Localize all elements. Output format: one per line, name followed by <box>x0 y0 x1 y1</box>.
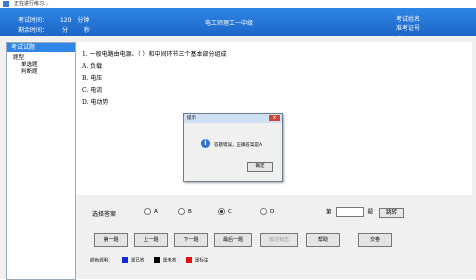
last-question-button[interactable]: 最后一题 <box>214 233 252 247</box>
legend-unanswered: 是未答 <box>162 258 177 264</box>
choice-c-label: C <box>228 209 232 215</box>
sidebar-header: 考试试题 <box>7 43 75 52</box>
legend-marked-swatch <box>185 257 192 263</box>
option-a: A. 负载 <box>82 63 103 70</box>
candidate-name-label: 考试姓名 <box>396 16 421 23</box>
question-stem: 1. 一般电路由电源、（ ）和中间环节三个基本部分组成 <box>82 51 227 58</box>
first-question-button[interactable]: 第一题 <box>94 233 128 247</box>
exam-time-row: 考试时间： 120 分钟 <box>18 15 89 24</box>
exam-title: 电工师理工一中级 <box>205 20 254 27</box>
legend-label: 颜色说明： <box>90 258 113 264</box>
legend-marked: 是标注 <box>194 258 209 264</box>
option-d: D. 电动势 <box>82 99 109 106</box>
window-title: 正在进行练习... <box>14 1 49 7</box>
app-icon <box>3 1 9 7</box>
exam-time-value: 120 <box>59 17 72 24</box>
exam-banner: 考试时间： 120 分钟 剩余时间： 分 秒 电工师理工一中级 考试姓名 准考证… <box>0 8 476 37</box>
radio-b[interactable] <box>178 208 185 215</box>
legend-unanswered-swatch <box>153 257 160 263</box>
goto-question: 第 题跳转 <box>326 207 405 218</box>
remaining-label: 剩余时间： <box>18 27 49 34</box>
choice-a-label: A <box>154 209 158 215</box>
question-tree: 题型 单选题 判断题 <box>7 52 75 76</box>
color-legend: 颜色说明： 是已答 是未答 是标注 <box>90 257 208 264</box>
answer-label: 选择答案 <box>92 211 117 218</box>
radio-c[interactable] <box>218 208 225 215</box>
legend-answered: 是已答 <box>130 258 145 264</box>
dialog-message: 答题错误，正确答案是A <box>214 143 263 148</box>
choice-c[interactable]: C <box>218 208 232 215</box>
dialog-ok-button[interactable]: 确定 <box>247 162 273 172</box>
next-question-button[interactable]: 下一题 <box>174 233 208 247</box>
radio-a[interactable] <box>144 208 151 215</box>
candidate-id-label: 准考证号 <box>396 25 421 32</box>
mark-button[interactable]: 加注标志 <box>260 233 298 247</box>
help-button[interactable]: 帮助 <box>306 233 340 247</box>
tree-item-single-choice[interactable]: 单选题 <box>13 62 75 69</box>
exam-time-unit: 分钟 <box>77 17 90 24</box>
dialog-close-button[interactable]: × <box>269 115 280 121</box>
choice-b[interactable]: B <box>178 208 192 215</box>
window-titlebar: 正在进行练习... <box>0 0 476 8</box>
option-b: B. 电压 <box>82 75 103 82</box>
banner-small-text: ... <box>398 32 402 37</box>
navigation-buttons: 第一题 上一题 下一题 最后一题 加注标志 帮助 交卷 <box>76 231 472 251</box>
goto-suffix: 题 <box>367 209 374 216</box>
app-window: 正在进行练习... 考试时间： 120 分钟 剩余时间： 分 秒 电工师理工一中… <box>0 0 476 280</box>
option-c: C. 电流 <box>82 87 103 94</box>
remaining-min-unit: 分 <box>61 27 68 34</box>
prev-question-button[interactable]: 上一题 <box>134 233 168 247</box>
exam-time-label: 考试时间： <box>18 17 49 24</box>
choice-d-label: D <box>270 209 275 215</box>
radio-d[interactable] <box>260 208 267 215</box>
question-sidebar: 考试试题 题型 单选题 判断题 <box>6 42 76 280</box>
choice-a[interactable]: A <box>144 208 158 215</box>
goto-input[interactable] <box>335 207 364 217</box>
question-content: 1. 一般电路由电源、（ ）和中间环节三个基本部分组成 A. 负载 B. 电压 … <box>82 49 227 109</box>
legend-answered-swatch <box>121 257 128 263</box>
choice-d[interactable]: D <box>260 208 274 215</box>
choice-b-label: B <box>188 209 192 215</box>
remaining-sec-unit: 秒 <box>83 27 90 34</box>
alert-dialog: 提示 × i 答题错误，正确答案是A 确定 <box>183 113 283 182</box>
remaining-time-row: 剩余时间： 分 秒 <box>18 25 90 34</box>
goto-button[interactable]: 跳转 <box>379 207 405 218</box>
dialog-title: 提示 <box>184 114 282 123</box>
tree-item-true-false[interactable]: 判断题 <box>13 69 75 76</box>
submit-button[interactable]: 交卷 <box>358 233 392 247</box>
tree-root[interactable]: 题型 <box>13 55 75 62</box>
info-icon: i <box>201 139 210 148</box>
answer-bar: 选择答案 A B C D 第 题跳转 <box>76 198 472 226</box>
goto-prefix: 第 <box>326 209 332 216</box>
